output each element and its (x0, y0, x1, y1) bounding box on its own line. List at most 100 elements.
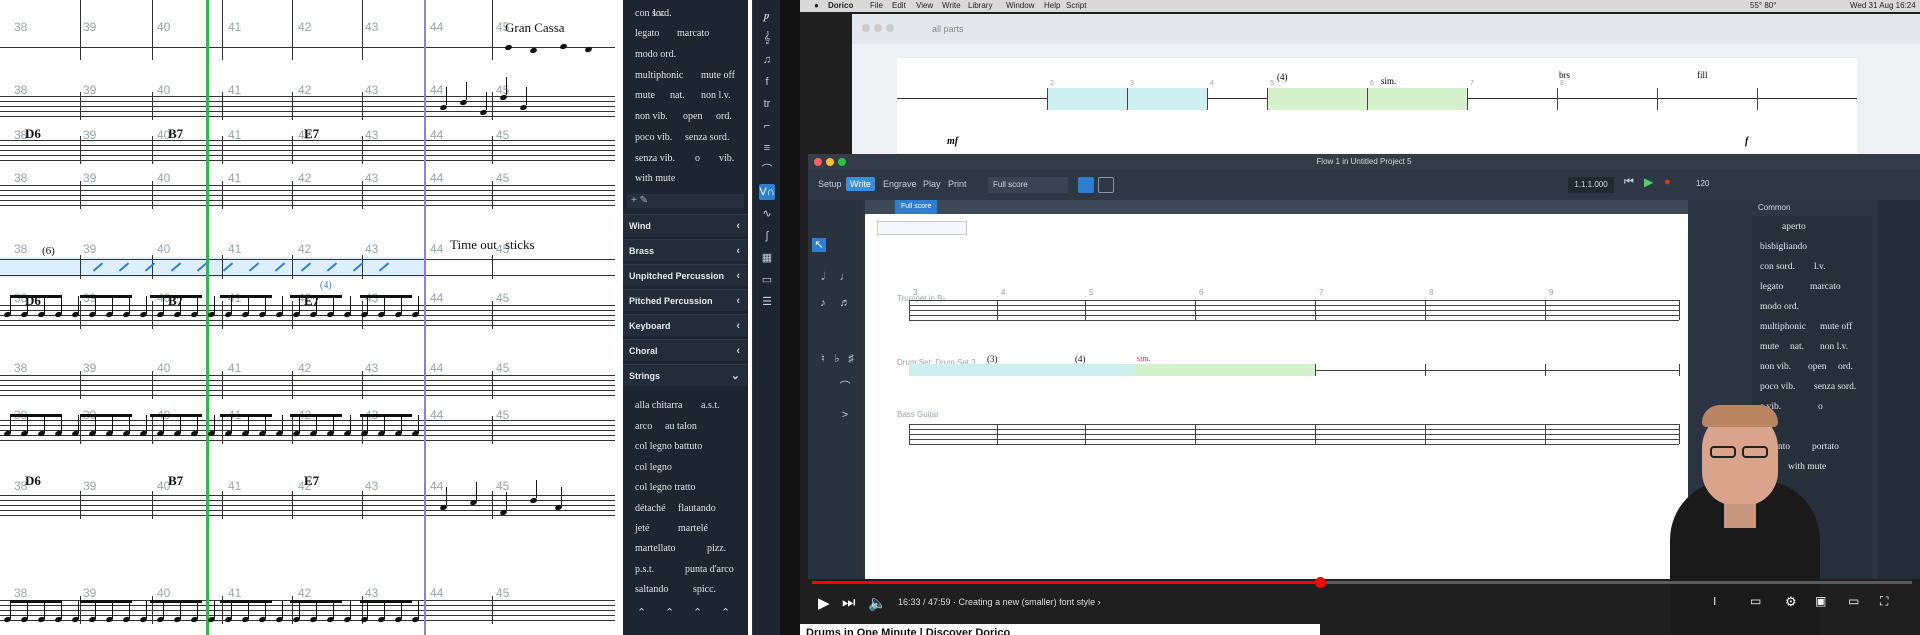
parts-window[interactable]: all parts (4) sim. brs fill mf f 2 3 4 5 6 7 8 (852, 14, 1920, 154)
ornament-icon[interactable]: ∿ (759, 206, 775, 222)
list-icon[interactable]: ☰ (759, 294, 775, 310)
half-note-icon[interactable]: 𝅗𝅥 (816, 270, 830, 284)
menu-item[interactable]: Script (1066, 1, 1086, 10)
technique-item[interactable]: multiphonic (635, 70, 683, 81)
section-wind[interactable]: Wind ‹ (623, 214, 748, 236)
technique-item[interactable]: multiphonic (1760, 322, 1806, 332)
technique-item[interactable]: vib. (719, 153, 734, 164)
accent-icon[interactable]: > (838, 408, 852, 422)
technique-item[interactable]: marcato (1810, 282, 1841, 292)
settings-icon[interactable]: ⚙ (1785, 594, 1797, 612)
fullscreen-icon[interactable]: ⛶ (1880, 594, 1888, 612)
technique-item[interactable]: bisbigliando (1760, 242, 1807, 252)
technique-item[interactable]: marcato (677, 28, 709, 39)
mode-write[interactable]: Write (846, 177, 875, 191)
subtitles-icon[interactable]: ▭ (1750, 594, 1761, 612)
technique-icon[interactable]: ⌃ (721, 606, 730, 619)
technique-item[interactable]: non vib. (635, 111, 668, 122)
menu-item[interactable]: Write (942, 1, 961, 10)
technique-icon[interactable]: ⌃ (665, 606, 674, 619)
technique-item[interactable]: alla chitarra (635, 400, 682, 411)
technique-item[interactable]: col legno tratto (635, 482, 696, 493)
layout-select[interactable]: Full score (988, 177, 1068, 193)
menu-item[interactable]: Window (1006, 1, 1034, 10)
technique-item[interactable]: mute (1760, 342, 1779, 352)
technique-item[interactable]: au talon (665, 421, 697, 432)
technique-item[interactable]: punta d'arco (685, 564, 734, 575)
dynamics-icon[interactable]: 𝆏 (759, 8, 775, 24)
natural-icon[interactable]: ♮ (816, 352, 830, 366)
cue-icon[interactable]: ▦ (759, 250, 775, 266)
technique-item[interactable]: col legno battuto (635, 441, 702, 452)
technique-item[interactable]: with mute (635, 173, 675, 184)
technique-item[interactable]: legato (635, 28, 659, 39)
playing-techniques-icon[interactable]: V∩ (759, 184, 775, 200)
technique-icon[interactable]: ⌃ (637, 606, 646, 619)
add-technique-row[interactable]: + ✎ (627, 194, 744, 208)
rewind-icon[interactable]: ⏮ (1624, 176, 1634, 189)
tempo-value[interactable]: 120 (1696, 179, 1709, 188)
main-score[interactable]: Trumpet in B♭ Drum Set: Drum Set 3 Bass … (865, 214, 1688, 579)
section-unpitched-percussion[interactable]: Unpitched Percussion ‹ (623, 264, 748, 286)
fermata-icon[interactable]: ⌒ (759, 162, 775, 178)
technique-item[interactable]: mute (635, 90, 655, 101)
play-icon[interactable]: ▶ (1644, 175, 1653, 189)
app-menu[interactable]: Dorico (828, 1, 853, 10)
tab-full-score[interactable]: Full score (895, 200, 938, 214)
notes-icon[interactable]: ♫ (759, 52, 775, 68)
record-icon[interactable]: ● (1664, 176, 1671, 188)
bracket-icon[interactable]: ≡ (759, 140, 775, 156)
technique-item[interactable]: poco vib. (635, 132, 672, 143)
menu-item[interactable]: Edit (892, 1, 906, 10)
galley-view-icon[interactable] (1098, 177, 1114, 193)
comment-icon[interactable]: ▭ (759, 272, 775, 288)
video-title[interactable]: Drums in One Minute | Discover Dorico (800, 624, 1320, 635)
next-button[interactable]: ⏭ (842, 594, 856, 612)
miniplayer-icon[interactable]: ▣ (1815, 594, 1826, 612)
technique-item[interactable]: flautando (678, 503, 716, 514)
technique-item[interactable]: martellato (635, 543, 676, 554)
mode-print[interactable]: Print (948, 179, 967, 189)
page-view-icon[interactable] (1078, 177, 1094, 193)
chapter-title[interactable]: Creating a new (smaller) font style (959, 597, 1096, 607)
technique-item[interactable]: non l.v. (1820, 342, 1848, 352)
section-strings[interactable]: Strings ⌄ (623, 364, 748, 386)
section-keyboard[interactable]: Keyboard ‹ (623, 314, 748, 336)
technique-item[interactable]: l.v. (653, 8, 665, 19)
apple-icon[interactable]: ● (814, 1, 819, 10)
section-brass[interactable]: Brass ‹ (623, 239, 748, 261)
slur-icon[interactable]: ⌒ (838, 380, 852, 394)
technique-item[interactable]: p.s.t. (635, 564, 654, 575)
technique-item[interactable]: ord. (716, 111, 732, 122)
select-tool-icon[interactable]: ↖ (812, 238, 826, 252)
technique-item[interactable]: o (695, 153, 700, 164)
sixteenth-note-icon[interactable]: ♬ (838, 296, 852, 310)
technique-item[interactable]: senza vib. (635, 153, 675, 164)
eighth-note-icon[interactable]: ♪ (816, 296, 830, 310)
flat-icon[interactable]: ♭ (830, 352, 844, 366)
technique-item[interactable]: modo ord. (635, 49, 676, 60)
technique-item[interactable]: jeté (635, 523, 649, 534)
clef-icon[interactable]: 𝄞 (759, 30, 775, 46)
score-view[interactable]: 38 39 40 41 42 43 44 45 38 39 40 41 42 43 44 45 38 39 40 41… (0, 0, 615, 635)
technique-item[interactable]: open (683, 111, 702, 122)
parts-score[interactable]: (4) sim. brs fill mf f 2 3 4 5 6 7 8 (897, 58, 1857, 153)
technique-item[interactable]: senza sord. (685, 132, 729, 143)
quarter-note-icon[interactable]: ♩ (838, 270, 852, 284)
transport-time[interactable]: 1.1.1.000 (1568, 177, 1614, 193)
technique-item[interactable]: poco vib. (1760, 382, 1795, 392)
section-pitched-percussion[interactable]: Pitched Percussion ‹ (623, 289, 748, 311)
filter-bar[interactable] (877, 221, 967, 235)
theater-icon[interactable]: ▭ (1848, 594, 1859, 612)
technique-icon[interactable]: ⌃ (693, 606, 702, 619)
technique-item[interactable]: open (1808, 362, 1826, 372)
technique-item[interactable]: legato (1760, 282, 1783, 292)
video-progress-bar[interactable] (812, 577, 1912, 588)
technique-item[interactable]: col legno (635, 462, 672, 473)
technique-item[interactable]: aperto (1782, 222, 1806, 232)
hook-icon[interactable]: ʃ (759, 228, 775, 244)
volume-icon[interactable]: 🔈 (868, 594, 887, 612)
sharp-icon[interactable]: ♯ (844, 352, 858, 366)
technique-item[interactable]: détaché (635, 503, 666, 514)
technique-item[interactable]: pizz. (707, 543, 726, 554)
